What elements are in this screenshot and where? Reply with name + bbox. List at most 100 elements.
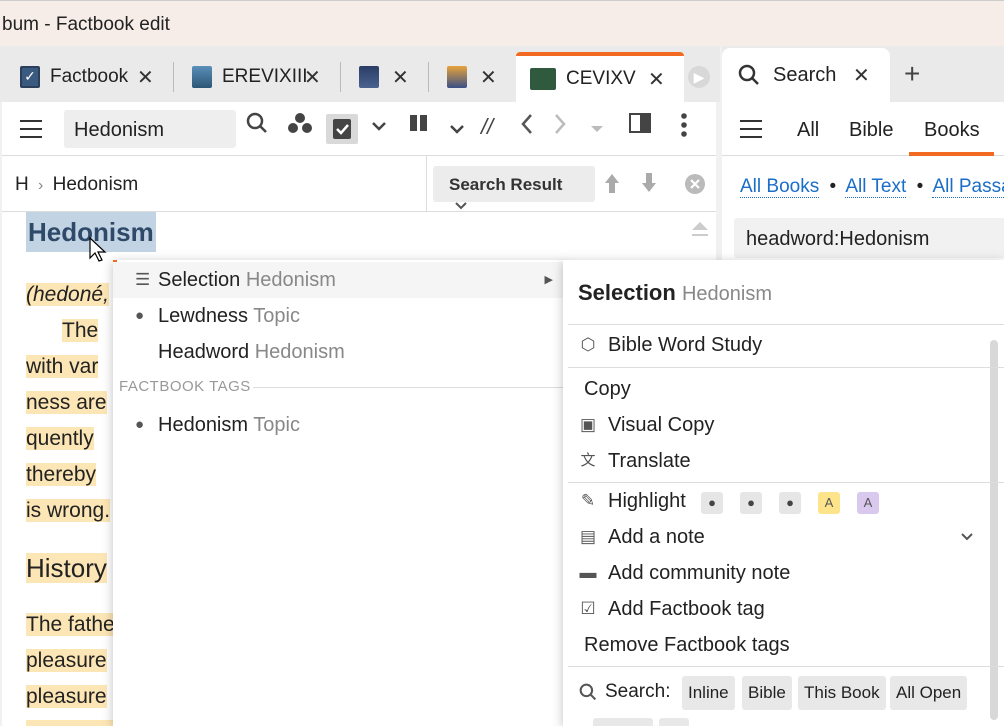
pencil-icon: ✎ — [580, 491, 596, 510]
image-icon: ▣ — [579, 415, 597, 434]
context-item-hedonism-topic[interactable]: ● Hedonism Topic — [113, 407, 565, 443]
back-arrow-icon[interactable] — [520, 112, 534, 144]
menu-icon[interactable] — [740, 120, 762, 138]
search-more-button[interactable] — [659, 718, 689, 726]
search-result-label: Search Result — [449, 175, 563, 194]
search-query-input[interactable]: headword:Hedonism — [734, 218, 1004, 258]
body-line: thereby — [26, 463, 97, 486]
item-label: Hedonism — [158, 414, 249, 436]
body-line: is wrong. — [26, 499, 111, 522]
lines-icon: ☰ — [135, 270, 151, 289]
divider — [253, 387, 565, 388]
book-cover-icon — [447, 66, 467, 88]
submenu-title: Selection Hedonism — [578, 280, 772, 305]
word-study-icon: ⬡ — [580, 335, 596, 354]
search-toolbar: All Bible Books — [722, 102, 1004, 156]
chevron-down-icon[interactable] — [372, 112, 386, 142]
chevron-down-icon[interactable] — [450, 112, 464, 142]
tab-label: Factbook — [50, 66, 129, 87]
close-icon[interactable]: ✕ — [392, 65, 409, 90]
panel-layout-icon[interactable] — [628, 112, 652, 142]
tab-label: EREVIXIII — [222, 66, 308, 87]
chevron-down-icon — [455, 202, 467, 210]
divider — [426, 156, 427, 212]
forward-arrow-icon[interactable] — [553, 112, 567, 144]
window-title: bum - Factbook edit — [2, 14, 170, 35]
parallel-icon[interactable] — [408, 112, 430, 142]
all-books-link[interactable]: All Books — [740, 176, 820, 198]
item-sub: Hedonism — [245, 269, 336, 291]
all-text-link[interactable]: All Text — [845, 176, 907, 198]
context-item-lewdness[interactable]: ● Lewdness Topic — [113, 298, 565, 334]
panel-toolbar: Hedonism // — [2, 102, 716, 156]
breadcrumb-current[interactable]: Hedonism — [53, 174, 139, 195]
next-result-icon[interactable] — [640, 172, 658, 199]
search-bible-button[interactable]: Bible — [742, 676, 792, 710]
search-result-dropdown[interactable]: Search Result — [433, 166, 595, 210]
all-passages-link[interactable]: All Passa — [932, 176, 1004, 198]
tab-search[interactable]: Search ✕ — [722, 48, 890, 102]
context-item-headword[interactable]: Headword Hedonism — [113, 334, 565, 370]
scope-all[interactable]: All — [797, 119, 819, 142]
breadcrumb: H › Hedonism — [15, 174, 138, 196]
highlight-style-icon[interactable]: ● — [779, 492, 801, 514]
divider — [568, 367, 1004, 368]
breadcrumb-bar: H › Hedonism Search Result — [2, 156, 716, 212]
factbook-check-icon: ☑ — [580, 599, 596, 618]
chevron-down-icon[interactable] — [961, 533, 973, 541]
highlight-style-icon[interactable]: ● — [740, 492, 762, 514]
tab-book-4[interactable]: ✕ — [447, 52, 497, 102]
tab-cevixv[interactable]: CEVIXV ✕ — [516, 52, 684, 102]
close-icon[interactable]: ✕ — [137, 65, 154, 90]
reference-input[interactable]: Hedonism — [64, 110, 236, 148]
search-more-button[interactable] — [593, 718, 653, 726]
selection-submenu: Selection Hedonism ⬡ Bible Word Study Co… — [563, 260, 1004, 726]
divider — [568, 324, 1004, 325]
search-icon[interactable] — [246, 112, 268, 142]
add-note-item[interactable]: ▤ Add a note — [563, 519, 983, 555]
people-icon[interactable] — [288, 112, 312, 142]
body-line: quently — [26, 427, 94, 450]
highlight-purple-button[interactable]: A — [857, 492, 879, 514]
link-separator: • — [916, 176, 924, 197]
context-item-selection[interactable]: ☰ Selection Hedonism ▶ — [113, 262, 565, 298]
close-icon[interactable]: ✕ — [853, 63, 870, 88]
item-sub: Topic — [253, 414, 300, 436]
divider — [568, 666, 1004, 667]
body-line: pleasure — [26, 685, 107, 708]
highlight-yellow-button[interactable]: A — [818, 492, 840, 514]
previous-result-icon[interactable] — [603, 172, 621, 199]
close-icon[interactable]: ✕ — [304, 65, 321, 90]
tab-scroll-right-icon[interactable]: ▶ — [688, 66, 710, 88]
scroll-up-icon[interactable] — [692, 222, 708, 230]
item-label: Selection — [158, 269, 241, 291]
link-set-icon[interactable]: // — [481, 112, 493, 142]
tab-factbook[interactable]: ✓ Factbook ✕ — [20, 52, 154, 102]
clear-search-icon[interactable] — [684, 173, 706, 200]
scope-books[interactable]: Books — [924, 119, 980, 142]
caret-down-icon[interactable] — [590, 112, 604, 142]
search-this-book-button[interactable]: This Book — [798, 676, 886, 710]
item-label: Lewdness — [158, 305, 249, 327]
search-all-open-button[interactable]: All Open — [890, 676, 968, 710]
tab-book-3[interactable]: ✕ — [359, 52, 409, 102]
factbook-toggle-button[interactable] — [326, 114, 358, 144]
close-icon[interactable]: ✕ — [648, 67, 665, 92]
factbook-check-icon: ✓ — [20, 66, 40, 88]
tab-erevixiii[interactable]: EREVIXIII ✕ — [192, 52, 321, 102]
speech-bubble-icon: ▬ — [579, 563, 597, 582]
section-heading: History — [26, 553, 107, 583]
body-line: pleasure — [26, 649, 107, 672]
highlight-style-icon[interactable]: ● — [701, 492, 723, 514]
scope-bible[interactable]: Bible — [849, 119, 893, 142]
link-separator: • — [829, 176, 837, 197]
scrollbar[interactable] — [990, 340, 998, 720]
menu-icon[interactable] — [20, 120, 42, 138]
search-inline-button[interactable]: Inline — [682, 676, 735, 710]
breadcrumb-root[interactable]: H — [15, 174, 29, 195]
more-vertical-icon[interactable] — [680, 112, 688, 146]
book-cover-icon — [530, 68, 556, 90]
close-icon[interactable]: ✕ — [480, 65, 497, 90]
add-tab-icon[interactable]: + — [904, 58, 920, 90]
speech-bubble-icon: ● — [135, 307, 145, 324]
